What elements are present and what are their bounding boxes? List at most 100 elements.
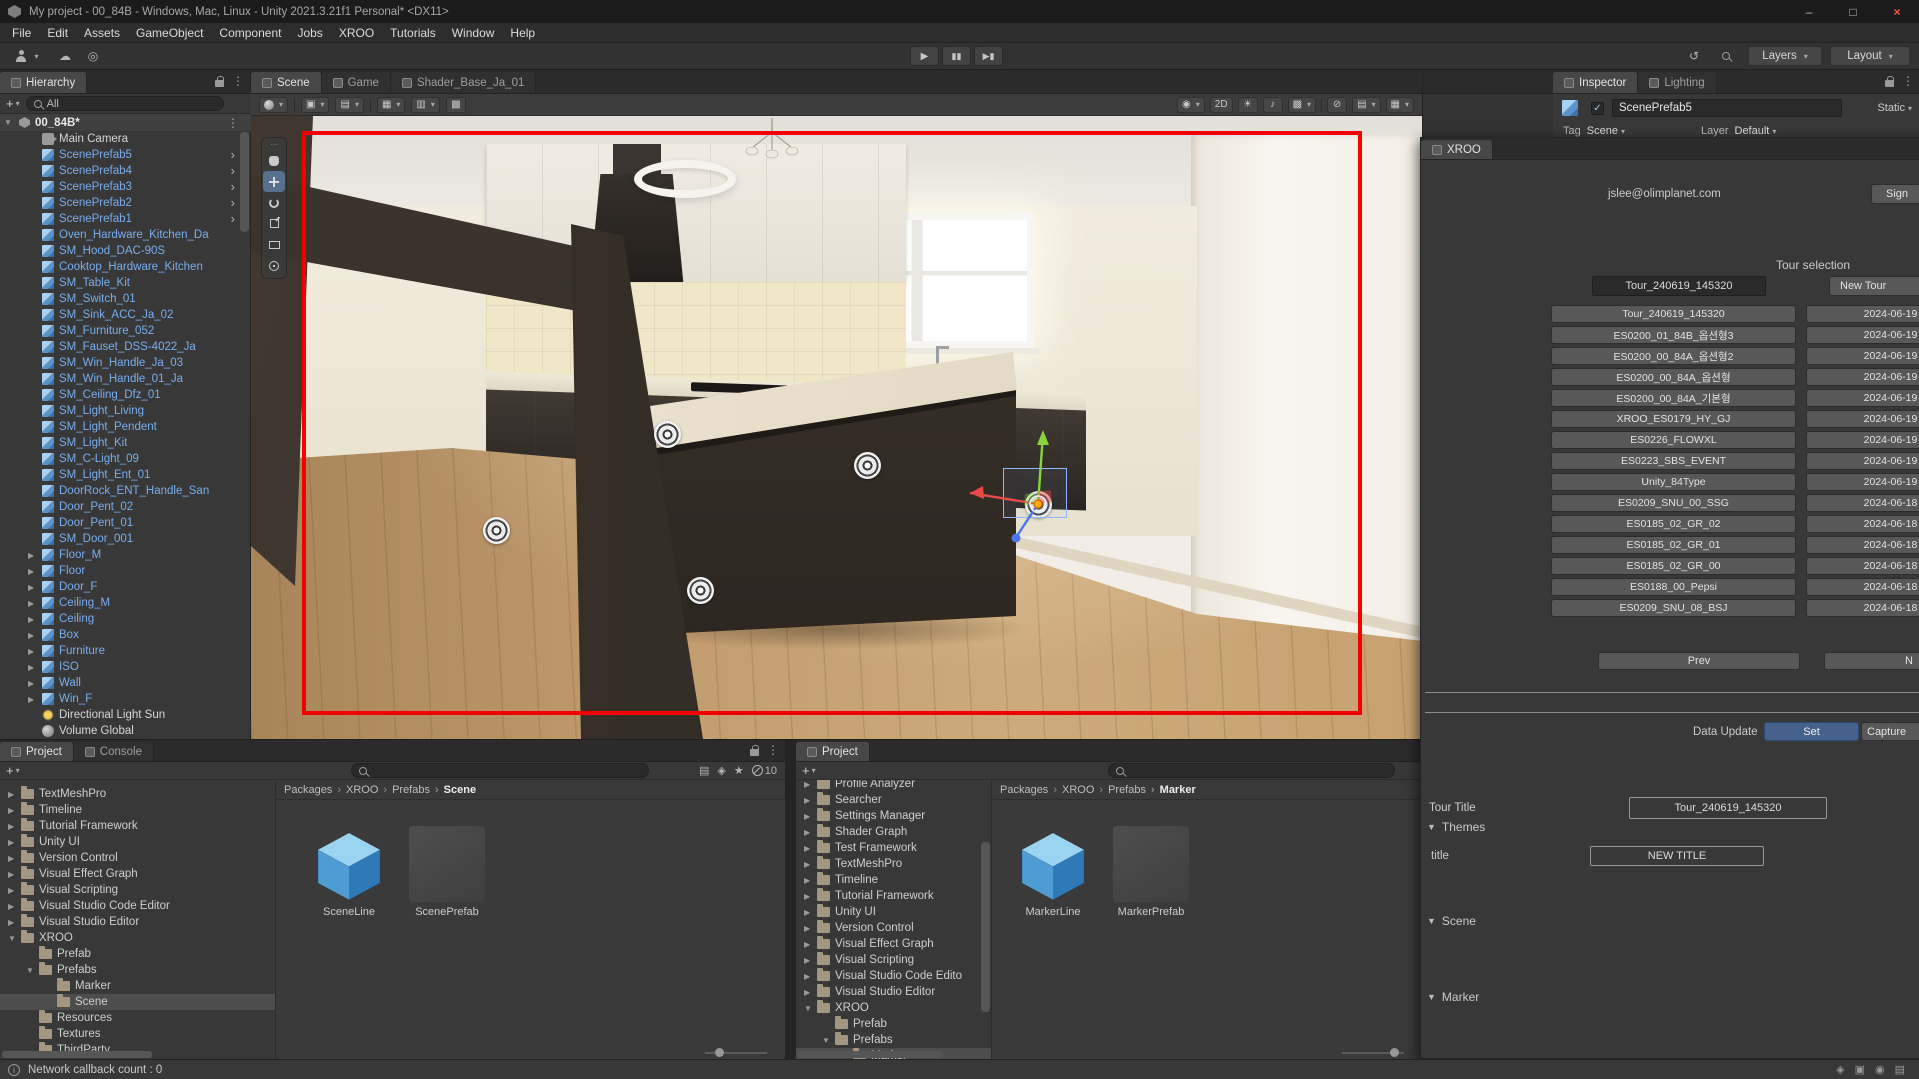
hierarchy-item[interactable]: Win_F (0, 691, 251, 707)
hierarchy-item[interactable]: Main Camera (0, 131, 251, 147)
scene-view-tab[interactable]: Game (322, 72, 391, 93)
menu-item[interactable]: GameObject (128, 23, 211, 43)
asset-item[interactable]: ScenePrefab (407, 826, 487, 918)
data-update-label[interactable]: Data Update (1693, 726, 1758, 738)
pause-button[interactable]: ▮▮ (942, 46, 971, 66)
hierarchy-item[interactable]: Directional Light Sun (0, 707, 251, 723)
folder-row[interactable]: Unity UI (0, 834, 275, 850)
rotate-tool-button[interactable] (263, 192, 285, 213)
label-filter-icon[interactable]: ◈ (717, 764, 725, 777)
folder-row[interactable]: TextMeshPro (0, 786, 275, 802)
tour-date-button[interactable]: 2024-06-19 (1806, 452, 1919, 470)
expand-arrow-icon[interactable] (804, 924, 817, 933)
lighting-toggle[interactable]: ☀ (1238, 97, 1258, 113)
hierarchy-item[interactable]: Floor (0, 563, 251, 579)
hierarchy-item[interactable]: SM_Sink_ACC_Ja_02 (0, 307, 251, 323)
folder-row[interactable]: XROO (0, 930, 275, 946)
expand-arrow-icon[interactable] (804, 1004, 817, 1013)
global-search-button[interactable] (1714, 46, 1738, 66)
set-button[interactable]: Set (1764, 722, 1859, 741)
draw-mode-dropdown[interactable] (259, 97, 288, 113)
breadcrumb-item[interactable]: Scene (430, 784, 476, 796)
folder-row[interactable]: Scene (0, 994, 275, 1010)
tour-date-button[interactable]: 2024-06-19 (1806, 389, 1919, 407)
effects-dropdown[interactable]: ▩ (1288, 97, 1316, 113)
expand-arrow-icon[interactable] (804, 892, 817, 901)
expand-arrow-icon[interactable] (804, 844, 817, 853)
expand-arrow-icon[interactable] (28, 647, 41, 656)
breadcrumb-item[interactable]: Marker (1146, 784, 1196, 796)
render-doc-dropdown[interactable]: ◉ (1177, 97, 1205, 113)
hierarchy-item[interactable]: Oven_Hardware_Kitchen_Da (0, 227, 251, 243)
scene-visibility-dropdown[interactable]: ▤ (335, 97, 363, 113)
close-button[interactable]: × (1875, 0, 1919, 23)
folder-row[interactable]: Tutorial Framework (0, 818, 275, 834)
expand-arrow-icon[interactable] (804, 780, 817, 789)
expand-arrow-icon[interactable] (8, 790, 21, 799)
lock-icon[interactable] (1885, 80, 1894, 87)
expand-arrow-icon[interactable] (822, 1036, 835, 1045)
hierarchy-item[interactable]: SM_Light_Living (0, 403, 251, 419)
layer-dropdown[interactable]: Default (1735, 125, 1777, 137)
expand-arrow-icon[interactable] (804, 908, 817, 917)
expand-arrow-icon[interactable] (4, 118, 17, 127)
scene-root-row[interactable]: 00_84B* ⋮ (0, 114, 251, 131)
layout-dropdown[interactable]: Layout (1830, 46, 1910, 66)
menu-item[interactable]: Assets (76, 23, 128, 43)
hierarchy-item[interactable]: ISO (0, 659, 251, 675)
tour-date-button[interactable]: 2024-06-19 (1806, 410, 1919, 428)
menu-item[interactable]: XROO (331, 23, 382, 43)
breadcrumb-item[interactable]: Prefabs (378, 784, 430, 796)
tour-date-button[interactable]: 2024-06-18 (1806, 599, 1919, 617)
folder-row[interactable]: TextMeshPro (796, 856, 991, 872)
tour-name-button[interactable]: ES0223_SBS_EVENT (1551, 452, 1796, 470)
hierarchy-item[interactable]: Door_Pent_01 (0, 515, 251, 531)
expand-arrow-icon[interactable] (804, 860, 817, 869)
project-search-input[interactable] (351, 763, 649, 778)
folder-row[interactable]: Timeline (796, 872, 991, 888)
inspector-tab[interactable]: Lighting (1638, 72, 1716, 93)
hierarchy-item[interactable]: Furniture (0, 643, 251, 659)
expand-arrow-icon[interactable] (804, 812, 817, 821)
tour-name-button[interactable]: ES0200_00_84A_기본형 (1551, 389, 1796, 407)
expand-arrow-icon[interactable] (28, 631, 41, 640)
tour-name-button[interactable]: ES0200_01_84B_옵션형3 (1551, 326, 1796, 344)
folder-row[interactable]: Tutorial Framework (796, 888, 991, 904)
expand-arrow-icon[interactable] (26, 966, 39, 975)
lock-icon[interactable] (750, 749, 759, 756)
hierarchy-item[interactable]: ScenePrefab5 (0, 147, 251, 163)
folder-row[interactable]: Marker (0, 978, 275, 994)
view-tool-button[interactable] (263, 150, 285, 171)
console-status-icon[interactable]: ▤ (1895, 1063, 1905, 1076)
breadcrumb-item[interactable]: XROO (1048, 784, 1094, 796)
panel-menu-icon[interactable]: ⋮ (232, 75, 244, 87)
expand-arrow-icon[interactable] (28, 679, 41, 688)
thumbnail-size-slider[interactable] (705, 1052, 767, 1054)
hierarchy-item[interactable]: Door_F (0, 579, 251, 595)
tour-name-button[interactable]: ES0185_02_GR_01 (1551, 536, 1796, 554)
tour-date-button[interactable]: 2024-06-18 (1806, 494, 1919, 512)
folder-row[interactable]: Searcher (796, 792, 991, 808)
hierarchy-item[interactable]: SM_Win_Handle_01_Ja (0, 371, 251, 387)
slider-thumb[interactable] (715, 1048, 724, 1057)
info-icon[interactable] (8, 1064, 20, 1076)
tour-date-button[interactable]: 2024-06-19 (1806, 368, 1919, 386)
favorite-icon[interactable]: ★ (734, 764, 744, 777)
title-field[interactable]: NEW TITLE (1590, 846, 1764, 866)
expand-arrow-icon[interactable] (804, 828, 817, 837)
layers-dropdown[interactable]: Layers (1748, 46, 1822, 66)
hierarchy-item[interactable]: Floor_M (0, 547, 251, 563)
hidden-objects-toggle[interactable]: ⊘ (1327, 97, 1347, 113)
hierarchy-item[interactable]: ScenePrefab4 (0, 163, 251, 179)
menu-item[interactable]: Component (211, 23, 289, 43)
tour-name-button[interactable]: Unity_84Type (1551, 473, 1796, 491)
scene-menu-icon[interactable]: ⋮ (227, 117, 239, 129)
folder-row[interactable]: Version Control (0, 850, 275, 866)
create-object-button[interactable]: + (6, 96, 20, 111)
scene-view-tab[interactable]: Scene (251, 72, 322, 93)
folder-row[interactable]: Resources (0, 1010, 275, 1026)
tour-date-button[interactable]: 2024-06-19 (1806, 305, 1919, 323)
hierarchy-item[interactable]: Volume Global (0, 723, 251, 739)
dock-splitter[interactable] (785, 740, 796, 1060)
folder-row[interactable]: Version Control (796, 920, 991, 936)
